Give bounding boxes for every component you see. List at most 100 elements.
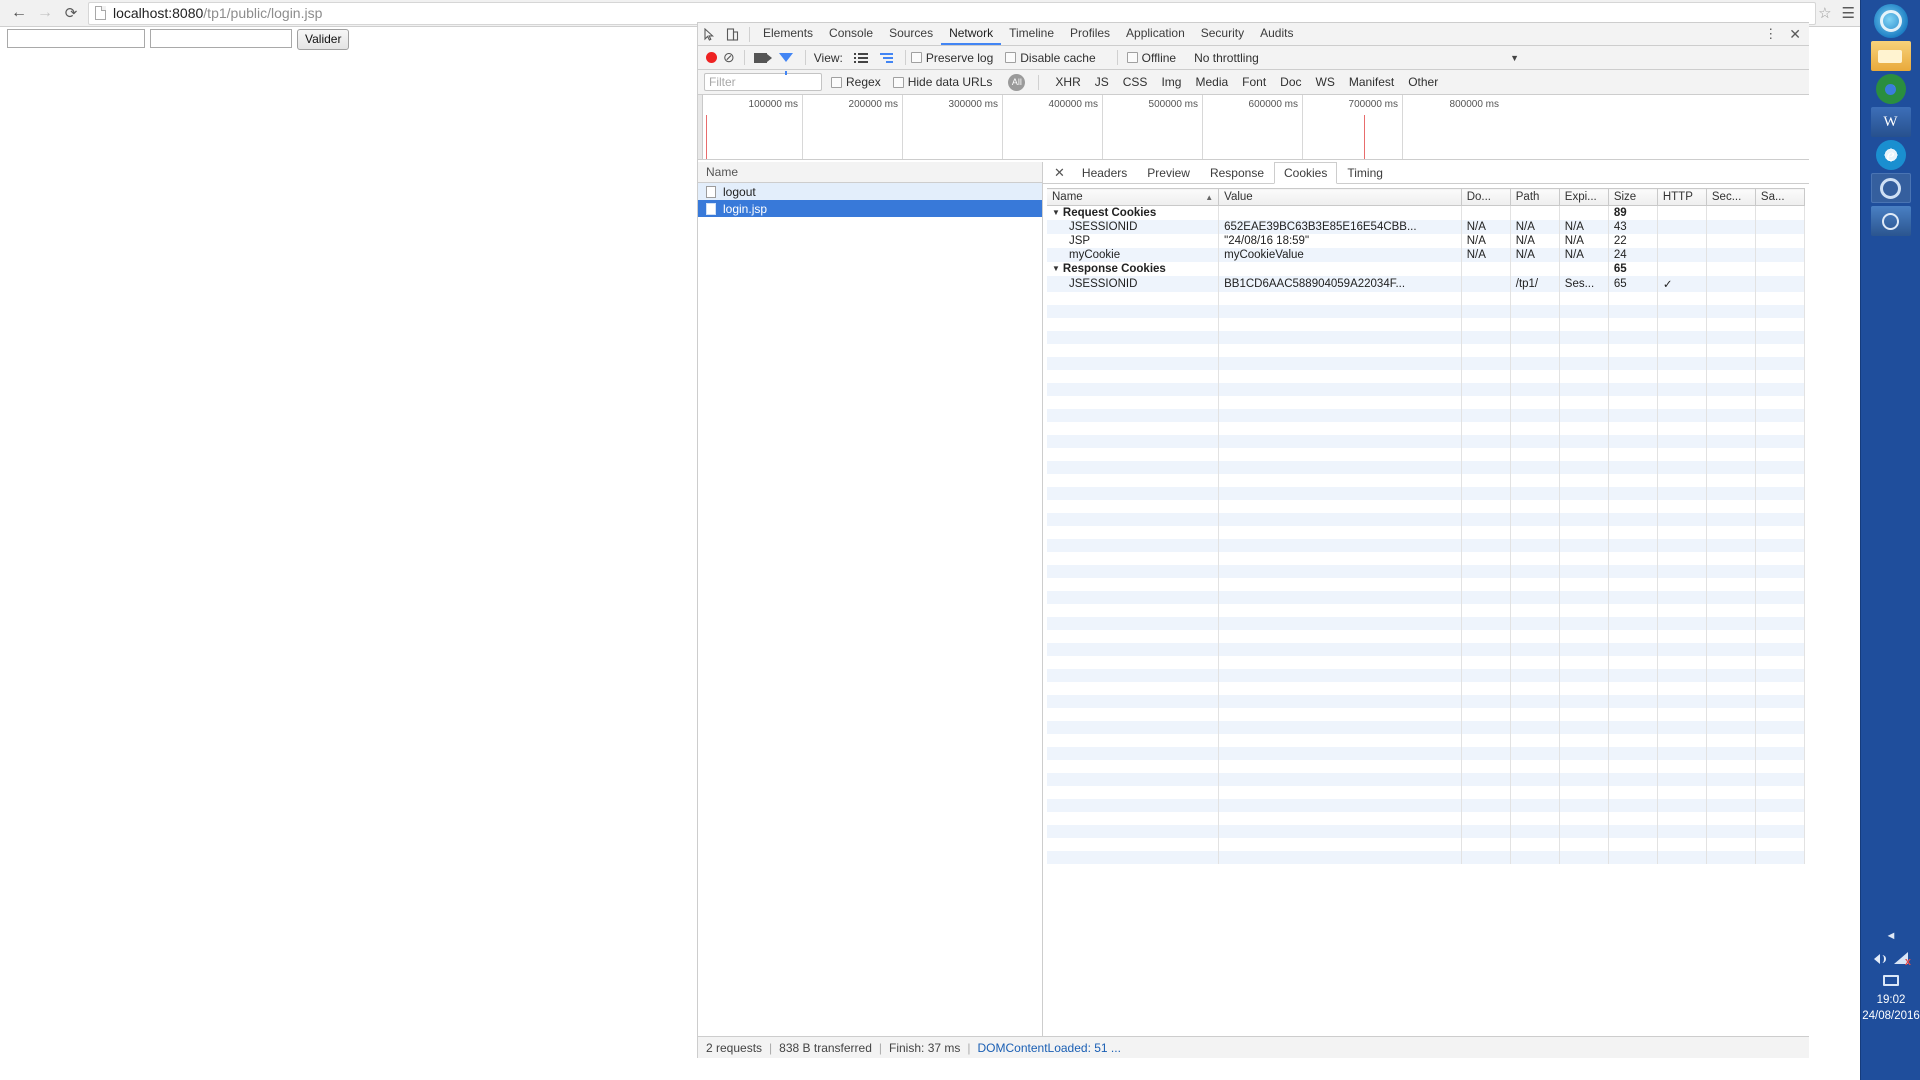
filter-input[interactable] [704, 73, 822, 91]
detail-close-icon[interactable]: ✕ [1047, 165, 1072, 181]
display-icon[interactable] [1861, 975, 1920, 986]
cookie-row[interactable]: JSESSIONID BB1CD6AAC588904059A22034F... … [1047, 276, 1806, 292]
cookies-table: Name ▲ Value Do... Path Expi... Size HTTP… [1047, 188, 1806, 864]
tab-audits[interactable]: Audits [1252, 23, 1301, 45]
type-filter-other[interactable]: Other [1408, 75, 1438, 89]
twisty-expanded-icon[interactable]: ▼ [1052, 208, 1060, 217]
column-header-secure[interactable]: Sec... [1706, 188, 1756, 206]
type-filter-media[interactable]: Media [1195, 75, 1228, 89]
tab-elements[interactable]: Elements [755, 23, 821, 45]
type-filter-ws[interactable]: WS [1316, 75, 1335, 89]
tab-security[interactable]: Security [1193, 23, 1252, 45]
tab-console[interactable]: Console [821, 23, 881, 45]
devtools-close-icon[interactable]: ✕ [1783, 26, 1807, 43]
cookie-row[interactable]: JSESSIONID 652EAE39BC63B3E85E16E54CBB...… [1047, 220, 1806, 234]
table-filler-row [1047, 448, 1806, 461]
devtools-more-icon[interactable]: ⋮ [1758, 26, 1783, 42]
column-header-name[interactable]: Name ▲ [1047, 188, 1220, 206]
password-field[interactable] [150, 29, 292, 48]
waterfall-view-icon[interactable] [879, 52, 894, 63]
tab-timeline[interactable]: Timeline [1001, 23, 1062, 45]
tab-application[interactable]: Application [1118, 23, 1193, 45]
column-header-domain[interactable]: Do... [1461, 188, 1511, 206]
browser-menu-icon[interactable]: ☰ [1842, 4, 1855, 22]
settings-icon[interactable] [1870, 173, 1911, 203]
cookie-group-response[interactable]: ▼ Response Cookies 65 [1047, 262, 1806, 276]
reload-icon[interactable]: ⟳ [58, 0, 84, 26]
type-filter-img[interactable]: Img [1161, 75, 1181, 89]
chevron-down-icon[interactable]: ▼ [1510, 53, 1519, 63]
overview-event-marker [706, 115, 707, 159]
detail-tab-headers[interactable]: Headers [1072, 162, 1137, 183]
twisty-expanded-icon[interactable]: ▼ [1052, 264, 1060, 273]
request-column-header[interactable]: Name [698, 162, 1042, 183]
forward-icon[interactable]: → [32, 0, 58, 26]
request-row-login-jsp[interactable]: login.jsp [698, 200, 1042, 217]
file-explorer-icon[interactable] [1870, 41, 1911, 71]
column-header-size[interactable]: Size [1608, 188, 1658, 206]
device-toolbar-icon[interactable] [721, 23, 744, 45]
inspect-cursor-icon[interactable] [698, 23, 721, 45]
back-icon[interactable]: ← [6, 0, 32, 26]
offline-checkbox[interactable]: Offline [1126, 51, 1176, 65]
list-view-icon[interactable] [853, 52, 868, 63]
camera-app-icon[interactable] [1870, 206, 1911, 236]
request-name: login.jsp [723, 201, 768, 216]
column-header-path[interactable]: Path [1510, 188, 1560, 206]
network-overview-timeline[interactable]: 100000 ms 200000 ms 300000 ms 400000 ms … [698, 95, 1809, 160]
windows-start-icon[interactable] [1873, 4, 1908, 38]
submit-button[interactable]: Valider [297, 29, 350, 50]
detail-tab-response[interactable]: Response [1200, 162, 1274, 183]
clear-icon[interactable]: ⊘ [723, 49, 735, 66]
column-header-http[interactable]: HTTP [1657, 188, 1707, 206]
clock-date: 24/08/2016 [1862, 1010, 1920, 1022]
username-field[interactable] [7, 29, 145, 48]
chrome-icon[interactable] [1875, 74, 1906, 104]
group-title: ▼ Response Cookies [1047, 262, 1220, 276]
tab-sources[interactable]: Sources [881, 23, 941, 45]
record-circle-icon[interactable] [706, 52, 717, 63]
cookie-row[interactable]: JSP "24/08/16 18:59" N/A N/A N/A 22 [1047, 234, 1806, 248]
taskbar-clock[interactable]: 19:02 24/08/2016 [1861, 992, 1920, 1024]
detail-tab-timing[interactable]: Timing [1337, 162, 1393, 183]
regex-label: Regex [846, 75, 881, 89]
tab-profiles[interactable]: Profiles [1062, 23, 1118, 45]
detail-tab-cookies[interactable]: Cookies [1274, 162, 1338, 184]
table-filler-row [1047, 526, 1806, 539]
throttling-select[interactable]: No throttling [1194, 51, 1259, 65]
cookie-row[interactable]: myCookie myCookieValue N/A N/A N/A 24 [1047, 248, 1806, 262]
funnel-icon[interactable] [778, 53, 793, 75]
type-filter-all[interactable]: All [1008, 73, 1026, 91]
tray-collapse-icon[interactable]: ◄ [1861, 930, 1920, 942]
column-header-expires[interactable]: Expi... [1559, 188, 1609, 206]
internet-explorer-icon[interactable] [1875, 140, 1906, 170]
regex-checkbox[interactable]: Regex [831, 75, 881, 89]
type-filter-xhr[interactable]: XHR [1055, 75, 1080, 89]
type-filter-css[interactable]: CSS [1123, 75, 1148, 89]
column-header-samesite[interactable]: Sa... [1755, 188, 1806, 206]
word-icon[interactable] [1870, 107, 1911, 137]
group-samesite [1755, 205, 1806, 220]
table-filler-row [1047, 799, 1806, 812]
request-row-logout[interactable]: logout [698, 183, 1042, 200]
hide-data-urls-checkbox[interactable]: Hide data URLs [892, 75, 992, 89]
disable-cache-checkbox[interactable]: Disable cache [1005, 51, 1096, 65]
type-filter-js[interactable]: JS [1095, 75, 1109, 89]
volume-icon[interactable] [1873, 952, 1888, 966]
camera-icon[interactable] [753, 52, 772, 63]
tab-network[interactable]: Network [941, 23, 1002, 45]
preserve-log-checkbox[interactable]: Preserve log [910, 51, 993, 65]
type-filter-doc[interactable]: Doc [1280, 75, 1301, 89]
type-filter-manifest[interactable]: Manifest [1349, 75, 1394, 89]
type-filter-font[interactable]: Font [1242, 75, 1266, 89]
network-error-icon[interactable]: x [1894, 952, 1911, 968]
cookie-group-request[interactable]: ▼ Request Cookies 89 [1047, 205, 1806, 220]
cookie-size: 24 [1608, 248, 1658, 262]
table-filler-row [1047, 383, 1806, 396]
detail-tab-preview[interactable]: Preview [1137, 162, 1200, 183]
request-list[interactable]: logout login.jsp [698, 183, 1042, 1058]
cookie-name: JSP [1047, 234, 1220, 248]
bookmark-star-icon[interactable]: ☆ [1818, 4, 1831, 22]
column-header-value[interactable]: Value [1218, 188, 1462, 206]
detail-tabbar: ✕ Headers Preview Response Cookies Timin… [1043, 162, 1809, 184]
